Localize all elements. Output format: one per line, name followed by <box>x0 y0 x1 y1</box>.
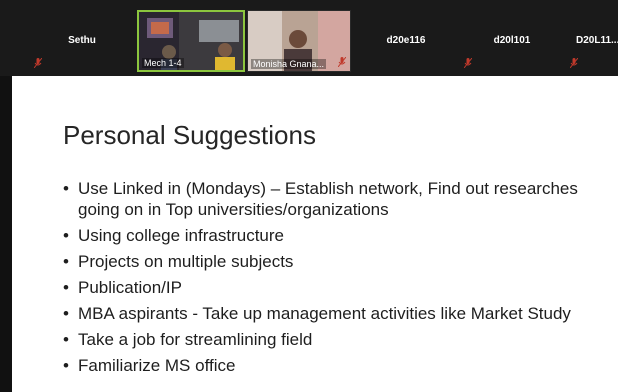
participant-tile-sethu[interactable]: Sethu <box>30 10 134 72</box>
participant-name: Mech 1-4 <box>142 58 184 68</box>
participant-name: D20L11... <box>576 35 618 46</box>
slide-bullet-list: Use Linked in (Mondays) – Establish netw… <box>63 178 613 381</box>
bullet-item: Projects on multiple subjects <box>63 251 613 272</box>
slide-title: Personal Suggestions <box>63 120 316 150</box>
bullet-item: Familiarize MS office <box>63 355 613 376</box>
slide-left-border <box>0 76 12 392</box>
participant-name: Monisha Gnana... <box>251 59 327 69</box>
participant-tile-d20l101[interactable]: d20l101 <box>460 10 564 72</box>
participant-name: d20e116 <box>386 35 426 46</box>
bullet-item: Publication/IP <box>63 277 613 298</box>
participant-tile-d20e116[interactable]: d20e116 <box>354 10 458 72</box>
participant-name: d20l101 <box>493 35 531 46</box>
bullet-item: MBA aspirants - Take up management activ… <box>63 303 613 324</box>
participant-video-mech[interactable]: Mech 1-4 <box>137 10 245 72</box>
participant-tile-d20l11[interactable]: D20L11... <box>566 10 618 72</box>
muted-mic-icon <box>338 57 346 67</box>
bullet-item: Use Linked in (Mondays) – Establish netw… <box>63 178 613 220</box>
bullet-item: Using college infrastructure <box>63 225 613 246</box>
muted-mic-icon <box>34 58 42 68</box>
muted-mic-icon <box>464 58 472 68</box>
bullet-item: Take a job for streamlining field <box>63 329 613 350</box>
participant-video-monisha[interactable]: Monisha Gnana... <box>247 10 351 72</box>
participant-name: Sethu <box>68 35 96 46</box>
muted-mic-icon <box>570 58 578 68</box>
